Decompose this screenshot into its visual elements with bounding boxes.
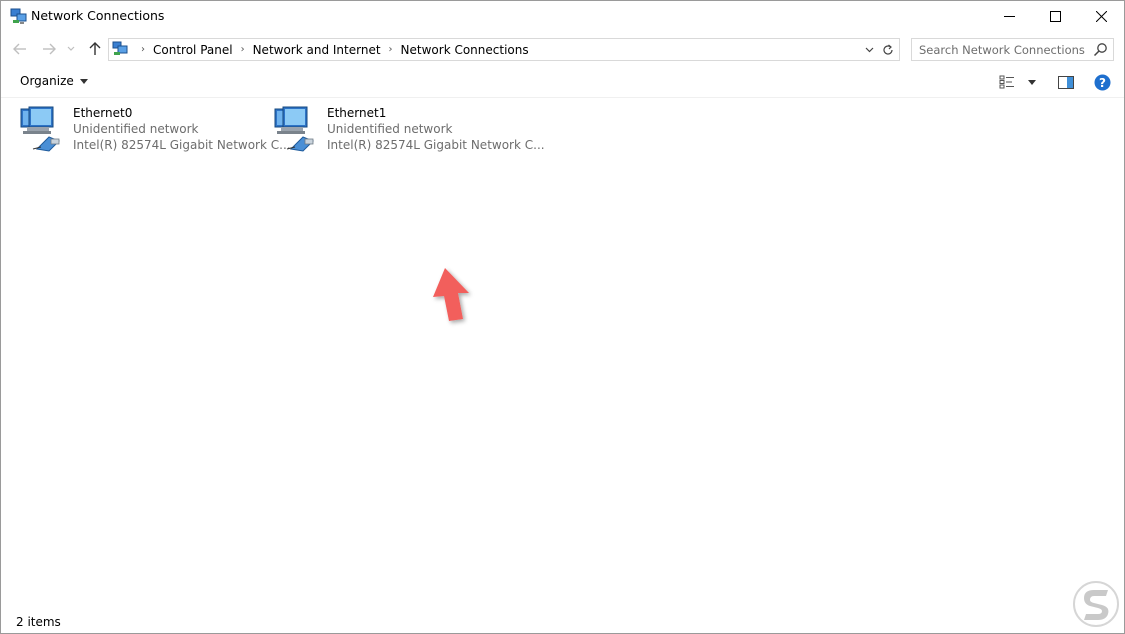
- network-adapter-icon: [274, 106, 314, 152]
- annotation-arrow-icon: [433, 268, 469, 321]
- command-bar: Organize ?: [1, 66, 1124, 98]
- breadcrumb-network-and-internet[interactable]: Network and Internet: [253, 43, 381, 57]
- minimize-icon: [1003, 16, 1015, 17]
- arrow-up-icon: [89, 42, 101, 55]
- connection-name: Ethernet0: [73, 106, 133, 120]
- window-title: Network Connections: [31, 8, 165, 23]
- breadcrumb-separator[interactable]: ›: [141, 44, 145, 55]
- back-button[interactable]: [9, 38, 31, 60]
- network-connections-icon: [112, 41, 128, 55]
- search-icon[interactable]: [1093, 42, 1108, 57]
- breadcrumb: › Control Panel › Network and Internet ›…: [133, 39, 529, 60]
- svg-text:?: ?: [1099, 76, 1106, 90]
- connection-device: Intel(R) 82574L Gigabit Network C...: [327, 138, 545, 152]
- refresh-button[interactable]: [877, 38, 900, 61]
- connection-device: Intel(R) 82574L Gigabit Network C...: [73, 138, 291, 152]
- arrow-left-icon: [13, 43, 26, 55]
- up-button[interactable]: [84, 38, 106, 60]
- chevron-down-icon: [67, 46, 75, 51]
- recent-locations-button[interactable]: [63, 38, 79, 60]
- breadcrumb-separator[interactable]: ›: [389, 44, 393, 55]
- network-connections-icon: [10, 8, 27, 24]
- organize-menu-button[interactable]: Organize: [20, 74, 88, 88]
- breadcrumb-control-panel[interactable]: Control Panel: [153, 43, 233, 57]
- organize-label: Organize: [20, 74, 74, 88]
- breadcrumb-network-connections[interactable]: Network Connections: [401, 43, 529, 57]
- preview-pane-icon: [1058, 75, 1074, 89]
- connections-list: Ethernet0 Unidentified network Intel(R) …: [1, 98, 1124, 608]
- breadcrumb-separator[interactable]: ›: [241, 44, 245, 55]
- address-bar[interactable]: › Control Panel › Network and Internet ›…: [108, 38, 878, 61]
- search-input[interactable]: [912, 39, 1095, 60]
- arrow-right-icon: [43, 43, 56, 55]
- maximize-icon: [1049, 11, 1061, 22]
- change-view-button[interactable]: [999, 71, 1041, 93]
- refresh-icon: [883, 44, 893, 55]
- address-dropdown-button[interactable]: [861, 39, 877, 60]
- title-bar: Network Connections: [1, 1, 1124, 32]
- minimize-button[interactable]: [986, 1, 1032, 32]
- search-box: [911, 38, 1114, 61]
- navigation-bar: › Control Panel › Network and Internet ›…: [1, 32, 1124, 66]
- item-count: 2 items: [16, 615, 61, 629]
- close-button[interactable]: [1078, 1, 1124, 32]
- caret-down-icon[interactable]: [1028, 79, 1036, 85]
- connection-status: Unidentified network: [327, 122, 453, 136]
- connection-name: Ethernet1: [327, 106, 387, 120]
- connection-status: Unidentified network: [73, 122, 199, 136]
- connection-item-ethernet1[interactable]: Ethernet1 Unidentified network Intel(R) …: [271, 101, 545, 157]
- watermark-logo-icon: [1073, 581, 1119, 627]
- connection-item-ethernet0[interactable]: Ethernet0 Unidentified network Intel(R) …: [17, 101, 291, 157]
- chevron-down-icon: [865, 47, 873, 52]
- view-details-icon: [999, 75, 1014, 89]
- caret-down-icon: [79, 78, 88, 84]
- forward-button[interactable]: [38, 38, 60, 60]
- network-adapter-icon: [20, 106, 60, 152]
- maximize-button[interactable]: [1032, 1, 1078, 32]
- help-icon: ?: [1094, 74, 1110, 90]
- preview-pane-button[interactable]: [1055, 71, 1077, 93]
- status-bar: 2 items: [1, 608, 1124, 633]
- explorer-window: Network Connections › Control Panel › Ne…: [0, 0, 1125, 634]
- help-button[interactable]: ?: [1091, 71, 1113, 93]
- close-icon: [1095, 11, 1107, 22]
